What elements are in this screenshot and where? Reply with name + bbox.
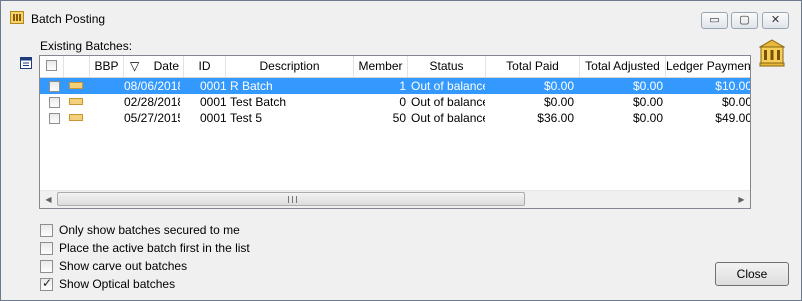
bank-icon [10, 11, 24, 24]
batch-folder-icon [69, 98, 83, 105]
scroll-right-icon[interactable]: ▶ [733, 191, 750, 208]
maximize-icon: ▢ [739, 14, 750, 26]
col-id[interactable]: ID [184, 56, 226, 77]
col-ledger-payment[interactable]: Ledger Payment [666, 56, 750, 77]
option-checkbox[interactable] [40, 242, 53, 255]
option-label: Place the active batch first in the list [59, 241, 250, 255]
batch-folder-icon [69, 82, 83, 89]
batch-posting-window: Batch Posting ▭ ▢ ✕ Existing Batches: BB… [0, 0, 802, 301]
scroll-left-icon[interactable]: ◀ [40, 191, 57, 208]
col-date[interactable]: ▽ Date [124, 56, 184, 77]
existing-batches-label: Existing Batches: [40, 39, 133, 53]
cell-total-adjusted: $0.00 [632, 111, 663, 125]
grip-icon [288, 196, 297, 203]
cell-total-paid: $0.00 [543, 95, 574, 109]
scroll-thumb[interactable] [57, 192, 525, 206]
col-date-label: Date [153, 59, 179, 73]
option-checkbox[interactable] [40, 224, 53, 237]
col-total-adjusted[interactable]: Total Adjusted [580, 56, 666, 77]
maximize-button[interactable]: ▢ [731, 12, 758, 29]
notepad-icon[interactable] [19, 56, 33, 70]
option-label: Only show batches secured to me [59, 223, 240, 237]
cell-id: 0001 [200, 111, 226, 125]
option-label: Show Optical batches [59, 277, 176, 291]
option-label: Show carve out batches [59, 259, 188, 273]
close-button[interactable]: Close [715, 262, 789, 286]
grid-header: BBP ▽ Date ID Description Member Status … [40, 56, 750, 78]
cell-member: 50 [392, 111, 406, 125]
window-title: Batch Posting [31, 12, 106, 26]
title-bar: Batch Posting ▭ ▢ ✕ [1, 1, 801, 35]
select-all-header[interactable] [40, 56, 64, 77]
cell-date: 08/06/2018 [124, 79, 180, 93]
cell-ledger-payment: $49.00 [715, 111, 751, 125]
col-bbp[interactable]: BBP [90, 56, 124, 77]
cell-status: Out of balance [411, 95, 485, 109]
col-description[interactable]: Description [226, 56, 354, 77]
option-checkbox[interactable] [40, 260, 53, 273]
cell-member: 1 [399, 79, 406, 93]
table-row[interactable]: 05/27/2015 0001 Test 5 50 Out of balance… [40, 110, 751, 126]
cell-member: 0 [399, 95, 406, 109]
cell-ledger-payment: $10.00 [715, 79, 751, 93]
cell-id: 0001 [200, 79, 226, 93]
row-checkbox[interactable] [49, 113, 60, 124]
close-icon: ✕ [770, 14, 781, 26]
cell-description: R Batch [230, 79, 273, 93]
cell-description: Test 5 [230, 111, 263, 125]
option-checkbox[interactable]: ✓ [40, 276, 53, 291]
row-checkbox[interactable] [49, 97, 60, 108]
cell-date: 05/27/2015 [124, 111, 180, 125]
cell-status: Out of balance [411, 111, 485, 125]
cell-description: Test Batch [230, 95, 287, 109]
cell-status: Out of balance [411, 79, 485, 93]
table-row[interactable]: 02/28/2018 0001 Test Batch 0 Out of bala… [40, 94, 751, 110]
bank-icon[interactable] [759, 39, 785, 67]
cell-date: 02/28/2018 [124, 95, 180, 109]
cell-total-adjusted: $0.00 [632, 95, 663, 109]
select-all-checkbox[interactable] [46, 60, 57, 71]
batch-folder-icon [69, 114, 83, 121]
horizontal-scrollbar[interactable]: ◀ ▶ [40, 190, 750, 208]
row-checkbox[interactable] [49, 81, 60, 92]
cell-ledger-payment: $0.00 [721, 95, 751, 109]
batches-grid[interactable]: BBP ▽ Date ID Description Member Status … [39, 55, 751, 209]
minimize-button[interactable]: ▭ [701, 12, 728, 29]
col-status[interactable]: Status [408, 56, 486, 77]
icon-column-header[interactable] [64, 56, 90, 77]
col-total-paid[interactable]: Total Paid [486, 56, 580, 77]
cell-id: 0001 [200, 95, 226, 109]
cell-total-paid: $0.00 [543, 79, 574, 93]
minimize-icon: ▭ [709, 14, 720, 26]
table-row[interactable]: 08/06/2018 0001 R Batch 1 Out of balance… [40, 78, 751, 94]
cell-total-adjusted: $0.00 [632, 79, 663, 93]
sort-desc-icon: ▽ [130, 59, 140, 73]
cell-total-paid: $36.00 [537, 111, 574, 125]
col-member[interactable]: Member [354, 56, 408, 77]
close-window-button[interactable]: ✕ [762, 12, 789, 29]
checkmark-icon: ✓ [42, 276, 53, 290]
